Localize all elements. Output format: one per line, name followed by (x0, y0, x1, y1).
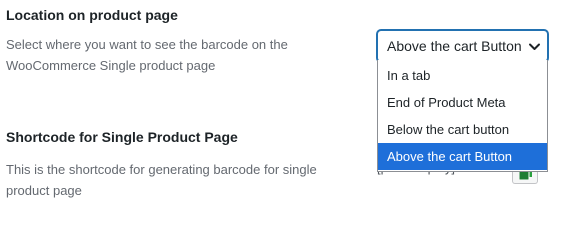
shortcode-description: This is the shortcode for generating bar… (6, 162, 317, 198)
shortcode-heading: Shortcode for Single Product Page (6, 129, 238, 145)
option-in-a-tab[interactable]: In a tab (378, 62, 547, 89)
chevron-down-icon (528, 40, 541, 53)
option-above-cart-button[interactable]: Above the cart Button (378, 143, 547, 170)
location-heading: Location on product page (6, 7, 178, 23)
location-select-value: Above the cart Button (387, 38, 522, 54)
location-select-dropdown: In a tab End of Product Meta Below the c… (377, 60, 548, 172)
location-select[interactable]: Above the cart Button (377, 30, 548, 62)
location-description: Select where you want to see the barcode… (6, 37, 288, 73)
option-end-of-product-meta[interactable]: End of Product Meta (378, 89, 547, 116)
option-below-cart-button[interactable]: Below the cart button (378, 116, 547, 143)
